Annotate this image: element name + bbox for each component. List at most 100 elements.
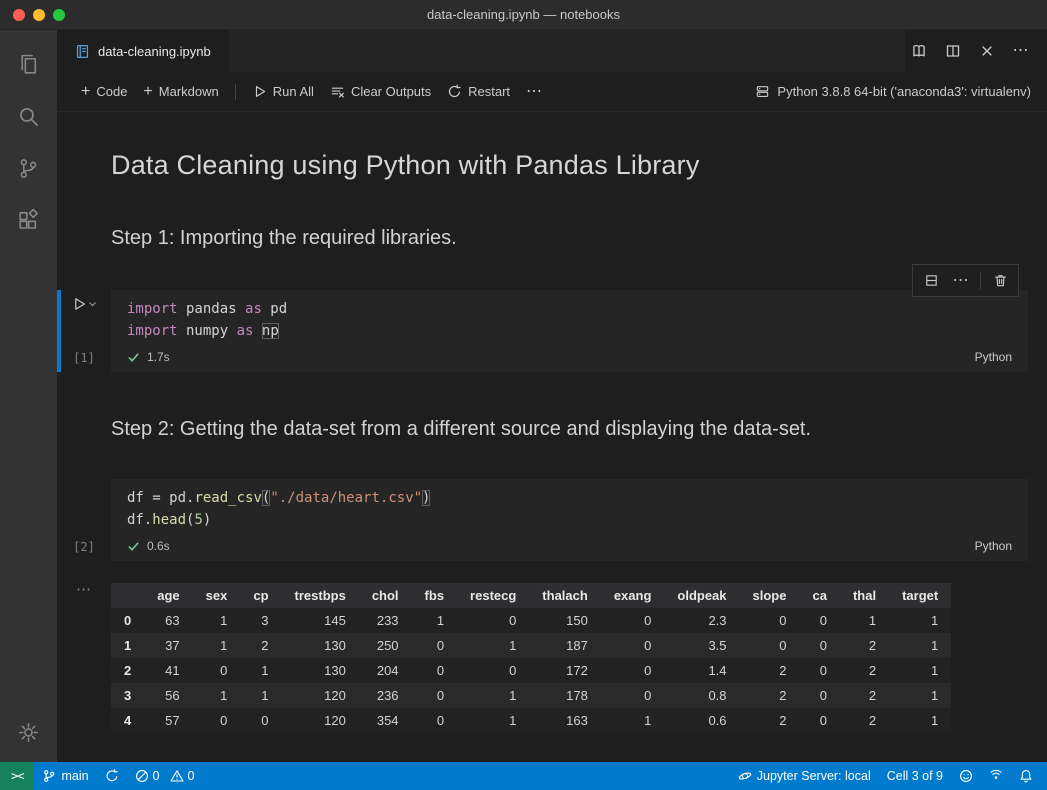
add-markdown-cell-button[interactable]: + Markdown (135, 79, 226, 105)
table-cell: 0 (799, 658, 839, 683)
sidebar-item-explorer[interactable] (5, 38, 53, 90)
warning-icon (170, 769, 184, 783)
table-cell: 0 (740, 633, 800, 658)
code-cell-2: [2] df = pd.read_csv("./data/heart.csv")… (57, 479, 1047, 561)
code-lines[interactable]: import pandas as pdimport numpy as np (127, 298, 1012, 342)
table-cell: 0 (412, 658, 458, 683)
notebook-content: Data Cleaning using Python with Pandas L… (57, 112, 1047, 762)
close-editor-button[interactable] (973, 37, 1001, 65)
cell-language-picker[interactable]: Python (975, 350, 1012, 364)
feedback-button[interactable] (951, 769, 981, 783)
cell-status-bar: 0.6s Python (127, 531, 1012, 561)
code-line[interactable]: import numpy as np (127, 320, 1012, 342)
cell-row: [2] df = pd.read_csv("./data/heart.csv")… (57, 479, 1028, 561)
minimize-window-button[interactable] (33, 9, 45, 21)
row-index: 3 (111, 683, 144, 708)
announcements-button[interactable] (981, 769, 1011, 783)
more-editor-actions-button[interactable]: ⋯ (1007, 37, 1035, 65)
code-line[interactable]: import pandas as pd (127, 298, 1012, 320)
remote-icon: >< (11, 769, 23, 783)
table-cell: 41 (144, 658, 192, 683)
code-token: pd (169, 490, 186, 506)
sidebar-item-extensions[interactable] (5, 194, 53, 246)
close-window-button[interactable] (13, 9, 25, 21)
status-bar-right: Jupyter Server: local Cell 3 of 9 (730, 769, 1047, 783)
activity-bar (0, 30, 57, 762)
bell-icon (1019, 769, 1033, 783)
split-cell-button[interactable] (917, 268, 945, 294)
split-editor-icon (945, 43, 961, 59)
error-count: 0 (153, 769, 160, 783)
kernel-picker[interactable]: Python 3.8.8 64-bit ('anaconda3': virtua… (755, 84, 1031, 99)
code-token (253, 323, 261, 339)
more-notebook-actions-button[interactable]: ⋯ (518, 79, 551, 105)
sync-icon (105, 769, 119, 783)
output-table-container: agesexcptrestbpscholfbsrestecgthalachexa… (111, 583, 951, 733)
jupyter-server-indicator[interactable]: Jupyter Server: local (730, 769, 879, 783)
table-cell: 1 (889, 658, 951, 683)
split-cell-icon (924, 273, 939, 288)
more-cell-actions-button[interactable]: ⋯ (947, 268, 975, 294)
jupyter-icon (738, 769, 752, 783)
delete-cell-button[interactable] (986, 268, 1014, 294)
clear-outputs-button[interactable]: Clear Outputs (322, 79, 439, 104)
run-cell-button[interactable] (71, 294, 97, 312)
sidebar-item-search[interactable] (5, 90, 53, 142)
cell-output: ⋯ agesexcptrestbpscholfbsrestecgthalache… (57, 583, 1028, 733)
output-more-actions[interactable]: ⋯ (76, 585, 92, 733)
table-cell: 2 (240, 633, 281, 658)
row-index: 2 (111, 658, 144, 683)
gear-icon (16, 720, 41, 745)
code-token: import (127, 323, 178, 339)
run-all-button[interactable]: Run All (244, 79, 322, 104)
code-lines[interactable]: df = pd.read_csv("./data/heart.csv")df.h… (127, 487, 1012, 531)
code-editor[interactable]: df = pd.read_csv("./data/heart.csv")df.h… (111, 479, 1028, 561)
column-header: restecg (457, 583, 529, 608)
table-cell: 57 (144, 708, 192, 733)
table-cell: 0 (799, 608, 839, 633)
sidebar-item-source-control[interactable] (5, 142, 53, 194)
table-cell: 56 (144, 683, 192, 708)
open-outline-button[interactable] (905, 37, 933, 65)
settings-button[interactable] (5, 706, 53, 758)
column-header: thal (840, 583, 889, 608)
cell-gutter: [2] (57, 479, 111, 561)
cell-position-indicator[interactable]: Cell 3 of 9 (879, 769, 951, 783)
table-cell: 0 (457, 658, 529, 683)
code-line[interactable]: df.head(5) (127, 509, 1012, 531)
code-token: df (127, 490, 152, 506)
source-control-icon (16, 156, 41, 181)
code-line[interactable]: df = pd.read_csv("./data/heart.csv") (127, 487, 1012, 509)
sync-changes-button[interactable] (97, 762, 127, 790)
table-cell: 2 (840, 658, 889, 683)
cell-language-picker[interactable]: Python (975, 539, 1012, 553)
code-token: np (262, 323, 279, 339)
output-gutter: ⋯ (57, 583, 111, 733)
column-header: exang (601, 583, 665, 608)
split-editor-button[interactable] (939, 37, 967, 65)
code-editor[interactable]: import pandas as pdimport numpy as np 1.… (111, 290, 1028, 372)
table-cell: 250 (359, 633, 412, 658)
table-cell: 0 (601, 683, 665, 708)
add-code-cell-button[interactable]: + Code (73, 79, 135, 105)
table-cell: 0 (412, 683, 458, 708)
zoom-window-button[interactable] (53, 9, 65, 21)
restart-kernel-button[interactable]: Restart (439, 79, 518, 104)
tab-data-cleaning-ipynb[interactable]: data-cleaning.ipynb (57, 30, 229, 72)
code-token: import (127, 301, 178, 317)
problems-indicator[interactable]: 0 0 (127, 762, 203, 790)
more-actions-icon: ⋯ (953, 273, 970, 289)
table-cell: 3.5 (664, 633, 739, 658)
restart-label: Restart (468, 84, 510, 99)
trash-icon (993, 273, 1008, 288)
server-environment-icon (755, 84, 770, 99)
execution-duration: 0.6s (147, 539, 170, 553)
branch-indicator[interactable]: main (34, 762, 96, 790)
notifications-button[interactable] (1011, 769, 1041, 783)
markdown-step2-heading: Step 2: Getting the data-set from a diff… (111, 418, 1047, 441)
table-cell: 2 (840, 683, 889, 708)
table-cell: 1 (889, 683, 951, 708)
table-cell: 1 (240, 658, 281, 683)
table-cell: 178 (529, 683, 601, 708)
remote-indicator[interactable]: >< (0, 762, 34, 790)
